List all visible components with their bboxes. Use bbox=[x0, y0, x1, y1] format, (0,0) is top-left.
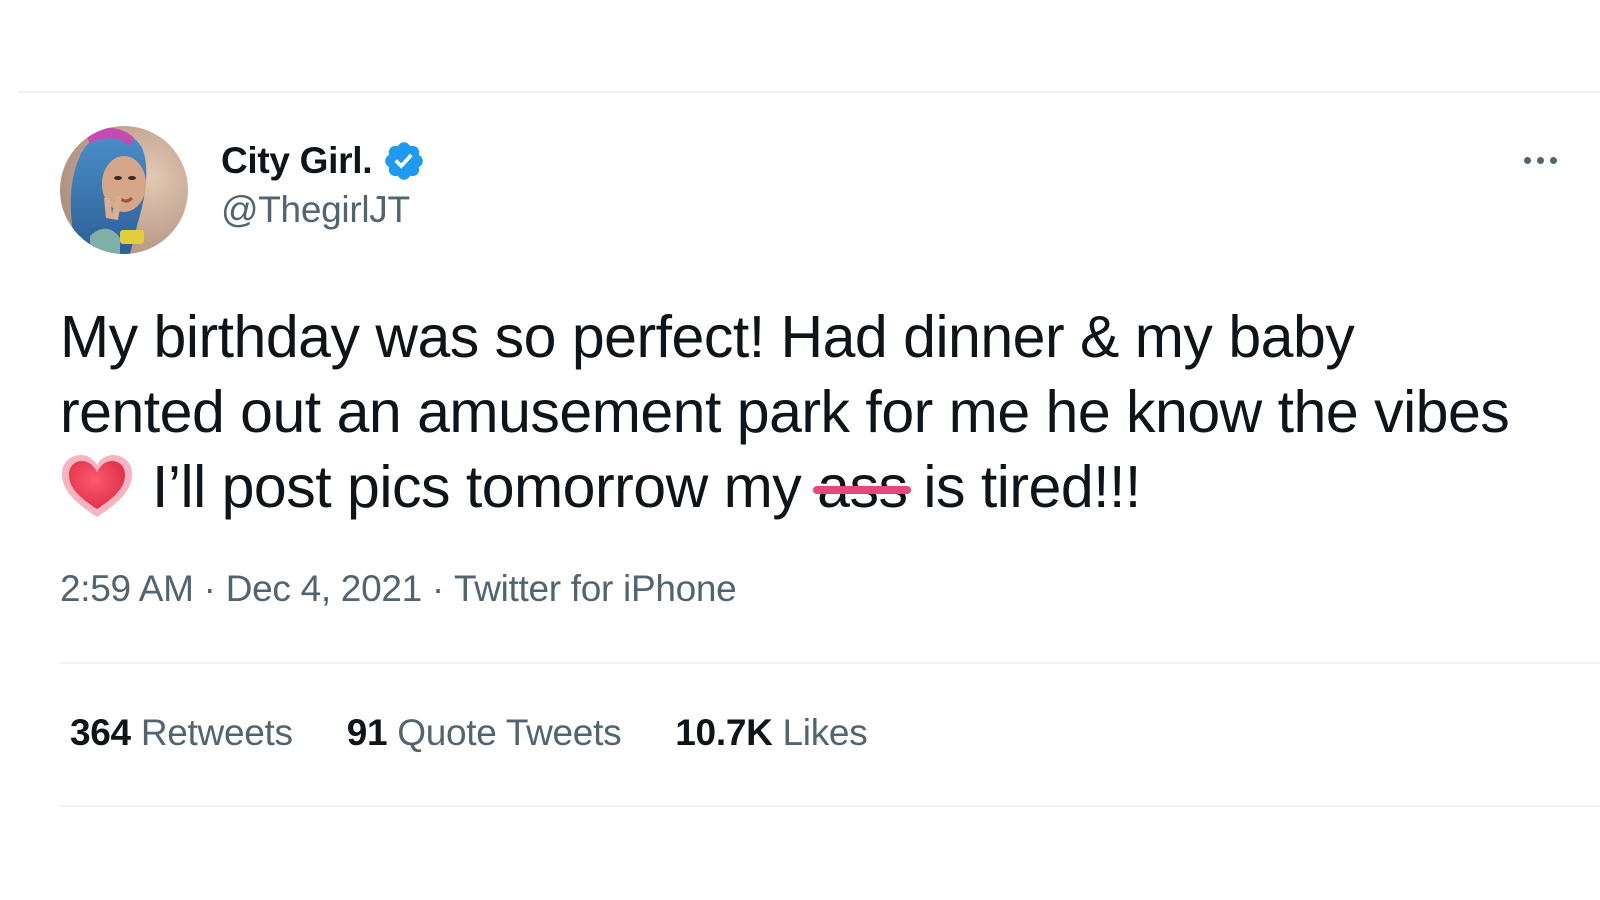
top-divider bbox=[18, 91, 1600, 93]
tweet-time[interactable]: 2:59 AM bbox=[60, 568, 194, 609]
more-dots-icon bbox=[1524, 156, 1557, 164]
name-row: City Girl. bbox=[221, 138, 426, 184]
tweet-text-continued: I’ll post pics tomorrow my bbox=[152, 454, 818, 520]
stats-bottom-divider bbox=[60, 805, 1600, 807]
display-name[interactable]: City Girl. bbox=[221, 140, 373, 182]
retweets-count: 364 bbox=[70, 712, 131, 753]
struck-word: ass bbox=[813, 450, 912, 525]
user-block: City Girl. @ThegirlJT bbox=[221, 138, 426, 231]
tweet-text: My birthday was so perfect! Had dinner &… bbox=[60, 300, 1530, 525]
avatar[interactable] bbox=[60, 126, 188, 254]
tweet-date[interactable]: Dec 4, 2021 bbox=[226, 568, 423, 609]
stats-top-divider bbox=[60, 662, 1600, 664]
heart-emoji-icon bbox=[60, 453, 134, 519]
tweet-text-main: My birthday was so perfect! Had dinner &… bbox=[60, 304, 1510, 445]
retweets-stat[interactable]: 364 Retweets bbox=[70, 712, 293, 754]
more-options-button[interactable] bbox=[1524, 140, 1576, 180]
verified-badge-icon bbox=[382, 139, 426, 183]
tweet-source[interactable]: Twitter for iPhone bbox=[454, 568, 737, 609]
meta-separator: · bbox=[431, 568, 444, 609]
quote-tweets-stat[interactable]: 91 Quote Tweets bbox=[347, 712, 622, 754]
likes-count: 10.7K bbox=[675, 712, 773, 753]
quote-tweets-count: 91 bbox=[346, 712, 388, 753]
tweet-stats: 364 Retweets 91 Quote Tweets 10.7K Likes bbox=[70, 712, 921, 754]
likes-label: Likes bbox=[782, 712, 868, 753]
retweets-label: Retweets bbox=[140, 712, 293, 753]
likes-stat[interactable]: 10.7K Likes bbox=[675, 712, 867, 754]
meta-separator: · bbox=[203, 568, 216, 609]
strike-line bbox=[813, 485, 912, 494]
tweet-view: City Girl. @ThegirlJT My birthday was so… bbox=[0, 0, 1600, 900]
user-handle[interactable]: @ThegirlJT bbox=[221, 189, 426, 231]
quote-tweets-label: Quote Tweets bbox=[397, 712, 622, 753]
tweet-text-end: is tired!!! bbox=[907, 454, 1141, 520]
tweet-meta: 2:59 AM · Dec 4, 2021 · Twitter for iPhone bbox=[60, 568, 737, 610]
